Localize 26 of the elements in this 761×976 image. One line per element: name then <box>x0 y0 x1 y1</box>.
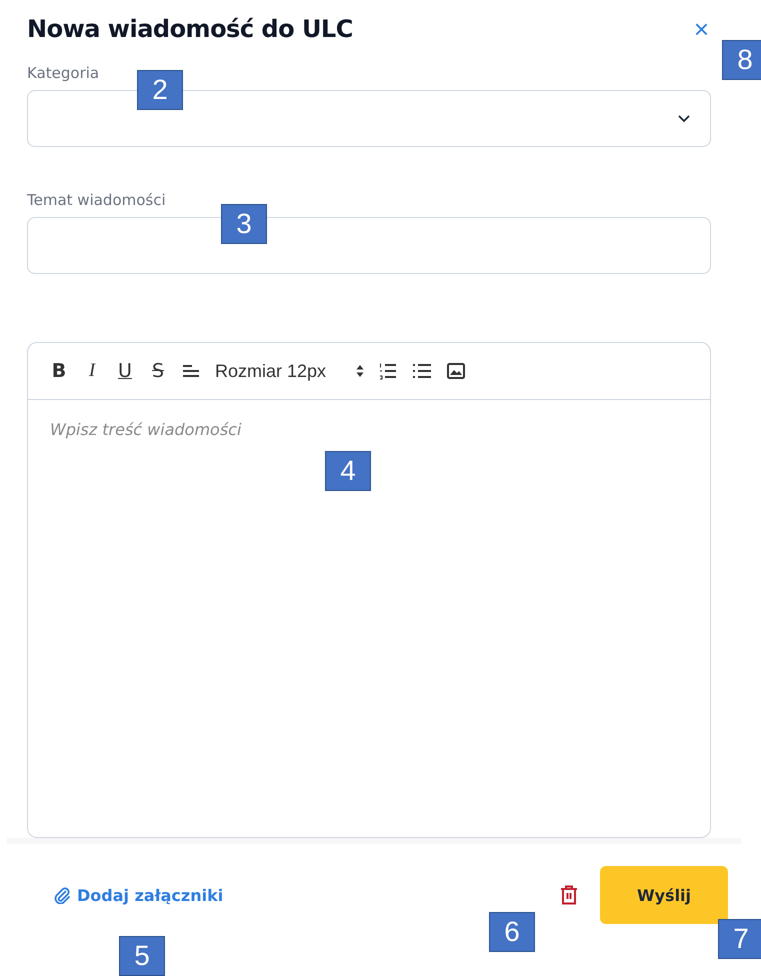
callout-number: 2 <box>137 70 183 110</box>
bullet-list-icon[interactable] <box>412 363 432 379</box>
font-size-select[interactable]: Rozmiar 12px <box>215 360 364 382</box>
callout-number: 5 <box>119 936 165 976</box>
field-label: Kategoria <box>27 64 100 84</box>
callout-number: 8 <box>722 40 761 80</box>
image-icon[interactable] <box>447 363 466 379</box>
italic-button[interactable]: I <box>83 360 101 382</box>
callout-number: 7 <box>718 919 761 959</box>
up-down-arrows-icon <box>356 364 364 378</box>
callout-number: 4 <box>325 451 371 491</box>
underline-button[interactable]: U <box>116 360 134 382</box>
field-label: Temat wiadomości <box>27 191 167 211</box>
callout-number: 3 <box>221 204 267 244</box>
close-button[interactable]: × <box>694 16 709 42</box>
bold-button[interactable]: B <box>50 360 68 382</box>
send-button[interactable]: Wyślij <box>600 866 728 924</box>
strikethrough-button[interactable]: S <box>149 360 167 382</box>
attach-files-link[interactable]: Dodaj załączniki <box>53 886 224 904</box>
dialog-title: Nowa wiadomość do ULC <box>27 15 353 43</box>
paperclip-icon <box>53 886 71 904</box>
callout-number: 6 <box>489 912 535 952</box>
numbered-list-icon[interactable] <box>379 362 398 380</box>
trash-icon[interactable] <box>560 885 578 905</box>
align-left-icon[interactable] <box>182 363 200 379</box>
chevron-down-icon <box>678 114 690 122</box>
